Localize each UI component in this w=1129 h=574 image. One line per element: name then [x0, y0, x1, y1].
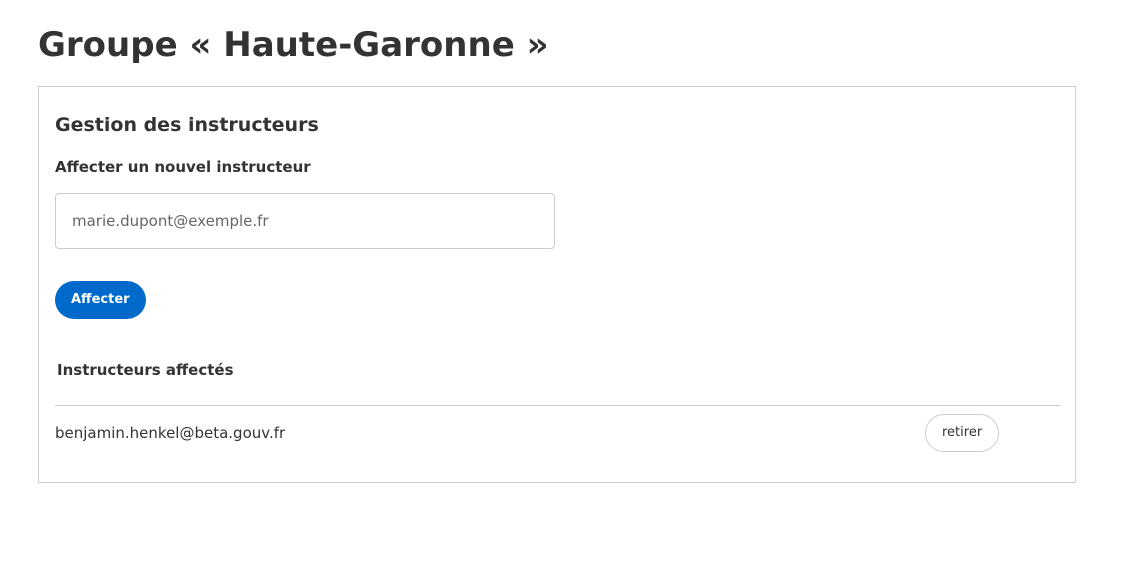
instructors-panel: Gestion des instructeurs Affecter un nou…	[38, 86, 1076, 483]
panel-title: Gestion des instructeurs	[55, 114, 319, 136]
assign-instructor-label: Affecter un nouvel instructeur	[55, 158, 311, 176]
instructor-email: benjamin.henkel@beta.gouv.fr	[55, 424, 286, 442]
page-title: Groupe « Haute-Garonne »	[38, 25, 549, 65]
remove-instructor-button[interactable]: retirer	[925, 414, 1000, 452]
assign-button[interactable]: Affecter	[55, 281, 146, 319]
instructor-email-input[interactable]	[55, 193, 555, 249]
page: Groupe « Haute-Garonne » Gestion des ins…	[0, 0, 1129, 574]
table-divider	[55, 405, 1061, 406]
assigned-instructors-header: Instructeurs affectés	[57, 361, 234, 379]
table-row: benjamin.henkel@beta.gouv.fr retirer	[55, 414, 1061, 452]
